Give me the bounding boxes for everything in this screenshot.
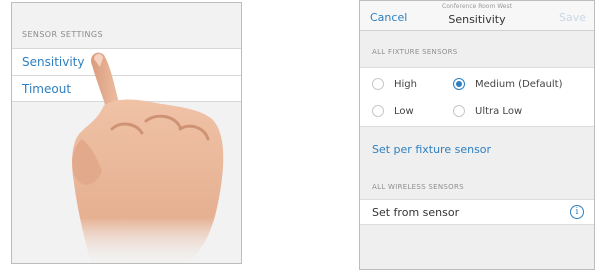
radio-ultra-low[interactable]: Ultra Low (453, 105, 522, 117)
navigation-bar: Cancel Conference Room West Sensitivity … (360, 1, 594, 31)
radio-low[interactable]: Low (372, 105, 414, 117)
radio-label-medium: Medium (Default) (475, 78, 563, 90)
set-per-fixture-link[interactable]: Set per fixture sensor (372, 143, 491, 156)
radio-label-high: High (394, 78, 417, 90)
section-title: SENSOR SETTINGS (22, 30, 103, 39)
room-subtitle: Conference Room West (442, 3, 512, 10)
fixture-sensors-header: ALL FIXTURE SENSORS (372, 48, 458, 56)
radio-label-ultra-low: Ultra Low (475, 105, 523, 117)
sensitivity-screen: Cancel Conference Room West Sensitivity … (359, 0, 595, 270)
info-icon[interactable]: i (570, 205, 584, 219)
sensor-settings-section: SENSOR SETTINGS (12, 3, 241, 48)
radio-circle-selected (453, 78, 465, 90)
set-from-sensor-row[interactable]: Set from sensor i (360, 199, 594, 225)
wireless-sensors-header: ALL WIRELESS SENSORS (372, 183, 464, 191)
radio-circle (372, 105, 384, 117)
radio-label-low: Low (394, 105, 414, 117)
radio-circle (372, 78, 384, 90)
sensitivity-options-group: High Medium (Default) Low Ultra Low (360, 67, 594, 127)
set-from-sensor-label: Set from sensor (372, 206, 460, 219)
sensor-settings-panel: SENSOR SETTINGS Sensitivity Timeout (11, 2, 242, 264)
radio-high[interactable]: High (372, 78, 417, 90)
radio-medium[interactable]: Medium (Default) (453, 78, 563, 90)
tapping-hand-illustration (72, 52, 224, 263)
save-button[interactable]: Save (559, 11, 586, 24)
radio-circle (453, 105, 465, 117)
